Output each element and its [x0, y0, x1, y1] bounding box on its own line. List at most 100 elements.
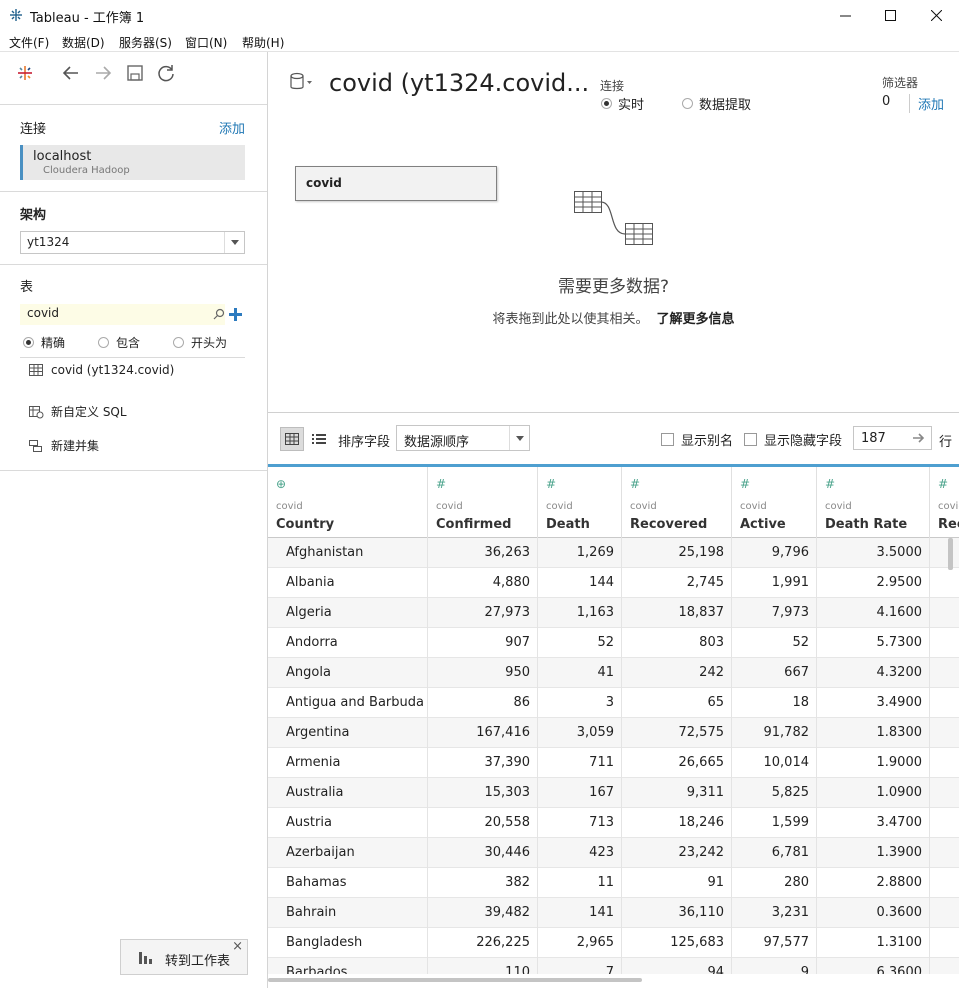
arrow-right-icon[interactable] — [912, 431, 926, 445]
learn-more-link[interactable]: 了解更多信息 — [657, 312, 735, 327]
table-cell: Azerbaijan — [268, 838, 428, 868]
match-starts-label: 开头为 — [191, 336, 228, 350]
table-cell: Barbados — [268, 958, 428, 974]
divider — [0, 191, 267, 192]
number-type-icon[interactable]: # — [938, 477, 948, 491]
menu-bar: 文件(F) 数据(D) 服务器(S) 窗口(N) 帮助(H) — [0, 31, 959, 52]
table-cell: Andorra — [268, 628, 428, 658]
column-field-name: Rec — [938, 517, 959, 532]
table-cell: 3 — [538, 688, 622, 718]
table-cell: 1.3900 — [817, 838, 930, 868]
refresh-icon[interactable] — [155, 62, 177, 84]
scroll-thumb[interactable] — [268, 978, 642, 982]
column-header-active[interactable]: # covid Active — [732, 467, 817, 538]
goto-sheet-button[interactable]: 转到工作表 × — [120, 939, 248, 975]
number-type-icon[interactable]: # — [630, 477, 640, 491]
vertical-scrollbar[interactable] — [948, 538, 953, 570]
column-header-death-rate[interactable]: # covid Death Rate — [817, 467, 930, 538]
rows-count-input[interactable]: 187 — [853, 426, 932, 450]
list-view-button[interactable] — [307, 427, 331, 451]
menu-data[interactable]: 数据(D) — [62, 34, 105, 51]
join-canvas: covid (yt1324.covid... 连接 实时 数据提取 筛选器 0 … — [268, 52, 959, 413]
search-icon[interactable] — [213, 308, 225, 320]
datasource-title[interactable]: covid (yt1324.covid... — [329, 69, 589, 97]
geo-type-icon[interactable]: ⊕ — [276, 477, 286, 491]
divider — [0, 264, 267, 265]
grid-toolbar: 排序字段 数据源顺序 显示别名 显示隐藏字段 187 行 — [268, 414, 959, 464]
table-cell: 94 — [622, 958, 732, 974]
add-filter-link[interactable]: 添加 — [909, 94, 944, 113]
minimize-button[interactable] — [822, 0, 868, 31]
table-list-item-label: covid (yt1324.covid) — [51, 363, 175, 377]
canvas-table-covid[interactable]: covid — [295, 166, 497, 201]
number-type-icon[interactable]: # — [825, 477, 835, 491]
table-cell: 11 — [538, 868, 622, 898]
maximize-button[interactable] — [867, 0, 913, 31]
filters-label: 筛选器 — [882, 76, 919, 90]
number-type-icon[interactable]: # — [436, 477, 446, 491]
extract-radio[interactable]: 数据提取 — [682, 94, 751, 113]
column-header-country[interactable]: ⊕ covid Country — [268, 467, 428, 538]
number-type-icon[interactable]: # — [546, 477, 556, 491]
table-cell — [930, 748, 959, 778]
table-icon — [29, 364, 43, 376]
grid-view-button[interactable] — [280, 427, 304, 451]
number-type-icon[interactable]: # — [740, 477, 750, 491]
table-list-item[interactable]: covid (yt1324.covid) — [28, 363, 174, 377]
connection-item[interactable]: localhost Cloudera Hadoop — [20, 145, 245, 180]
table-search-input[interactable]: covid — [20, 304, 225, 325]
table-cell: 2,745 — [622, 568, 732, 598]
table-cell: 6.3600 — [817, 958, 930, 974]
maximize-icon — [884, 10, 896, 21]
table-cell: 27,973 — [428, 598, 538, 628]
match-exact-radio[interactable]: 精确 — [23, 334, 65, 351]
column-field-name: Country — [276, 517, 335, 532]
live-radio[interactable]: 实时 — [601, 94, 644, 113]
add-plus-icon[interactable] — [229, 308, 242, 321]
table-cell: 41 — [538, 658, 622, 688]
close-icon — [930, 10, 942, 21]
menu-help[interactable]: 帮助(H) — [242, 34, 284, 51]
grid-header: ⊕ covid Country # covid Confirmed # covid Death #… — [268, 464, 959, 538]
schema-select[interactable]: yt1324 — [20, 231, 245, 254]
filters-count: 0 — [882, 94, 891, 109]
forward-arrow-icon[interactable] — [92, 62, 114, 84]
horizontal-scrollbar[interactable] — [268, 976, 959, 988]
add-connection-link[interactable]: 添加 — [219, 118, 245, 137]
table-cell: 3.5000 — [817, 538, 930, 568]
menu-file[interactable]: 文件(F) — [9, 34, 49, 51]
table-cell: 52 — [538, 628, 622, 658]
table-heading: 表 — [20, 280, 34, 295]
minimize-icon — [839, 15, 851, 17]
extract-label: 数据提取 — [699, 98, 752, 113]
table-cell: 2.8800 — [817, 868, 930, 898]
menu-window[interactable]: 窗口(N) — [185, 34, 227, 51]
schema-value: yt1324 — [27, 235, 70, 249]
column-header-rec[interactable]: # covid Rec — [930, 467, 959, 538]
tableau-logo-icon — [10, 9, 22, 21]
table-cell — [930, 688, 959, 718]
show-hidden-checkbox[interactable]: 显示隐藏字段 — [744, 430, 842, 449]
match-starts-radio[interactable]: 开头为 — [173, 334, 227, 351]
close-button[interactable] — [913, 0, 959, 31]
column-header-death[interactable]: # covid Death — [538, 467, 622, 538]
database-icon[interactable] — [288, 71, 314, 93]
match-contains-radio[interactable]: 包含 — [98, 334, 140, 351]
data-source-pane: 连接 添加 localhost Cloudera Hadoop 架构 yt132… — [0, 52, 268, 988]
table-cell: 0.3600 — [817, 898, 930, 928]
custom-sql-item[interactable]: 新自定义 SQL — [28, 403, 127, 420]
sort-fields-select[interactable]: 数据源顺序 — [396, 425, 530, 451]
table-cell: Bahamas — [268, 868, 428, 898]
show-alias-checkbox[interactable]: 显示别名 — [661, 430, 733, 449]
dismiss-icon[interactable]: × — [232, 939, 243, 954]
column-header-confirmed[interactable]: # covid Confirmed — [428, 467, 538, 538]
tableau-start-icon[interactable] — [14, 62, 36, 84]
table-cell: 1.0900 — [817, 778, 930, 808]
back-arrow-icon[interactable] — [60, 62, 82, 84]
save-icon[interactable] — [124, 62, 146, 84]
table-cell: Bangladesh — [268, 928, 428, 958]
column-header-recovered[interactable]: # covid Recovered — [622, 467, 732, 538]
new-union-item[interactable]: 新建并集 — [28, 437, 99, 454]
radio-icon — [173, 337, 184, 348]
menu-server[interactable]: 服务器(S) — [119, 34, 172, 51]
